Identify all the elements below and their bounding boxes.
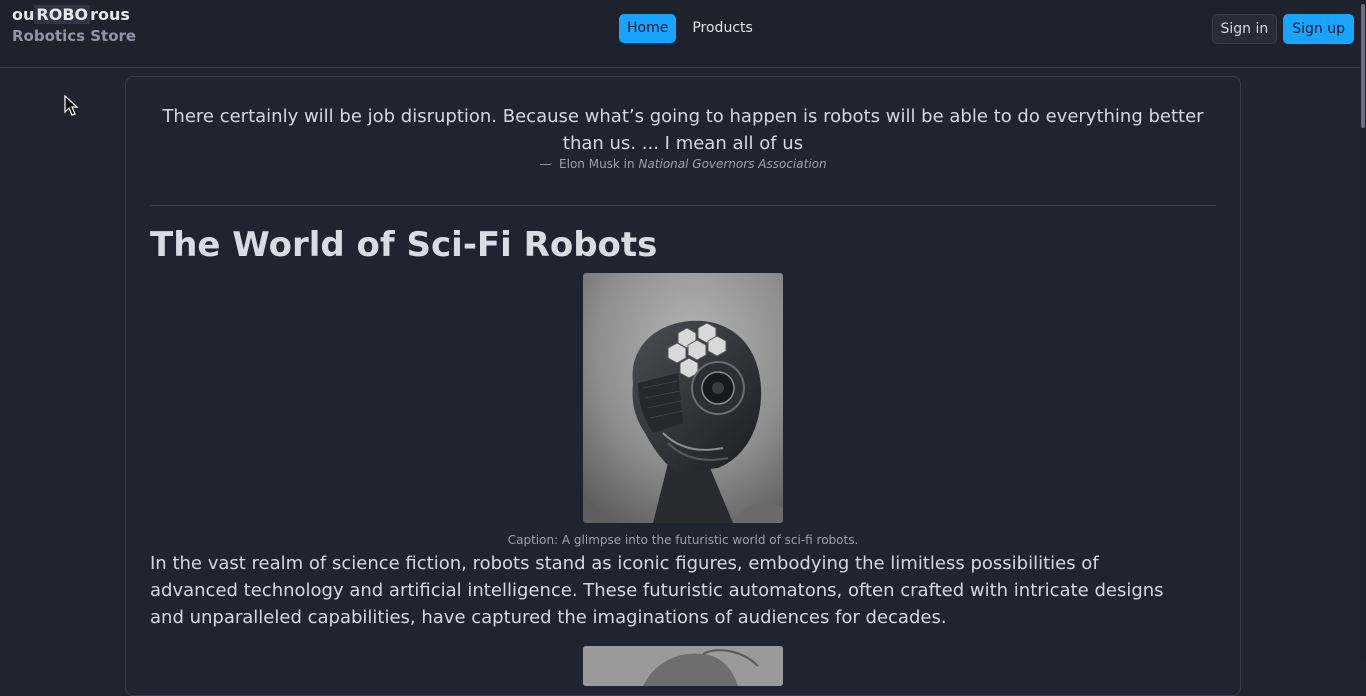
robot-head-image <box>583 273 783 523</box>
main-nav: Home Products <box>619 14 761 43</box>
attribution-dash: — <box>539 157 552 171</box>
brand-subtitle: Robotics Store <box>12 27 137 45</box>
second-robot-image <box>583 646 783 686</box>
top-navbar: ou ROBO rous Robotics Store Home Products … <box>0 0 1366 68</box>
article-heading: The World of Sci-Fi Robots <box>150 225 658 265</box>
page-scrollbar[interactable] <box>1360 0 1366 660</box>
attribution-source: National Governors Association <box>638 157 827 171</box>
nav-products[interactable]: Products <box>684 14 760 43</box>
brand-name: ou ROBO rous <box>12 5 136 25</box>
article-card: There certainly will be job disruption. … <box>125 76 1241 696</box>
image-caption: Caption: A glimpse into the futuristic w… <box>507 533 859 547</box>
brand-logo[interactable]: ou ROBO rous Robotics Store <box>12 5 136 47</box>
auth-buttons: Sign in Sign up <box>1211 14 1354 44</box>
quote-attribution: — Elon Musk in National Governors Associ… <box>150 157 1216 171</box>
brand-suffix: rous <box>90 5 130 24</box>
brand-prefix: ou <box>12 5 35 24</box>
scrollbar-thumb[interactable] <box>1361 4 1365 128</box>
mouse-cursor-icon <box>64 94 80 117</box>
sign-up-button[interactable]: Sign up <box>1283 14 1354 44</box>
brand-middle: ROBO <box>34 5 91 24</box>
attribution-author: Elon Musk in <box>559 157 635 171</box>
article-paragraph: In the vast realm of science fiction, ro… <box>150 553 1164 628</box>
hero-quote: There certainly will be job disruption. … <box>162 106 1204 154</box>
section-divider <box>150 205 1216 206</box>
sign-in-button[interactable]: Sign in <box>1211 14 1278 44</box>
nav-home[interactable]: Home <box>619 14 677 43</box>
